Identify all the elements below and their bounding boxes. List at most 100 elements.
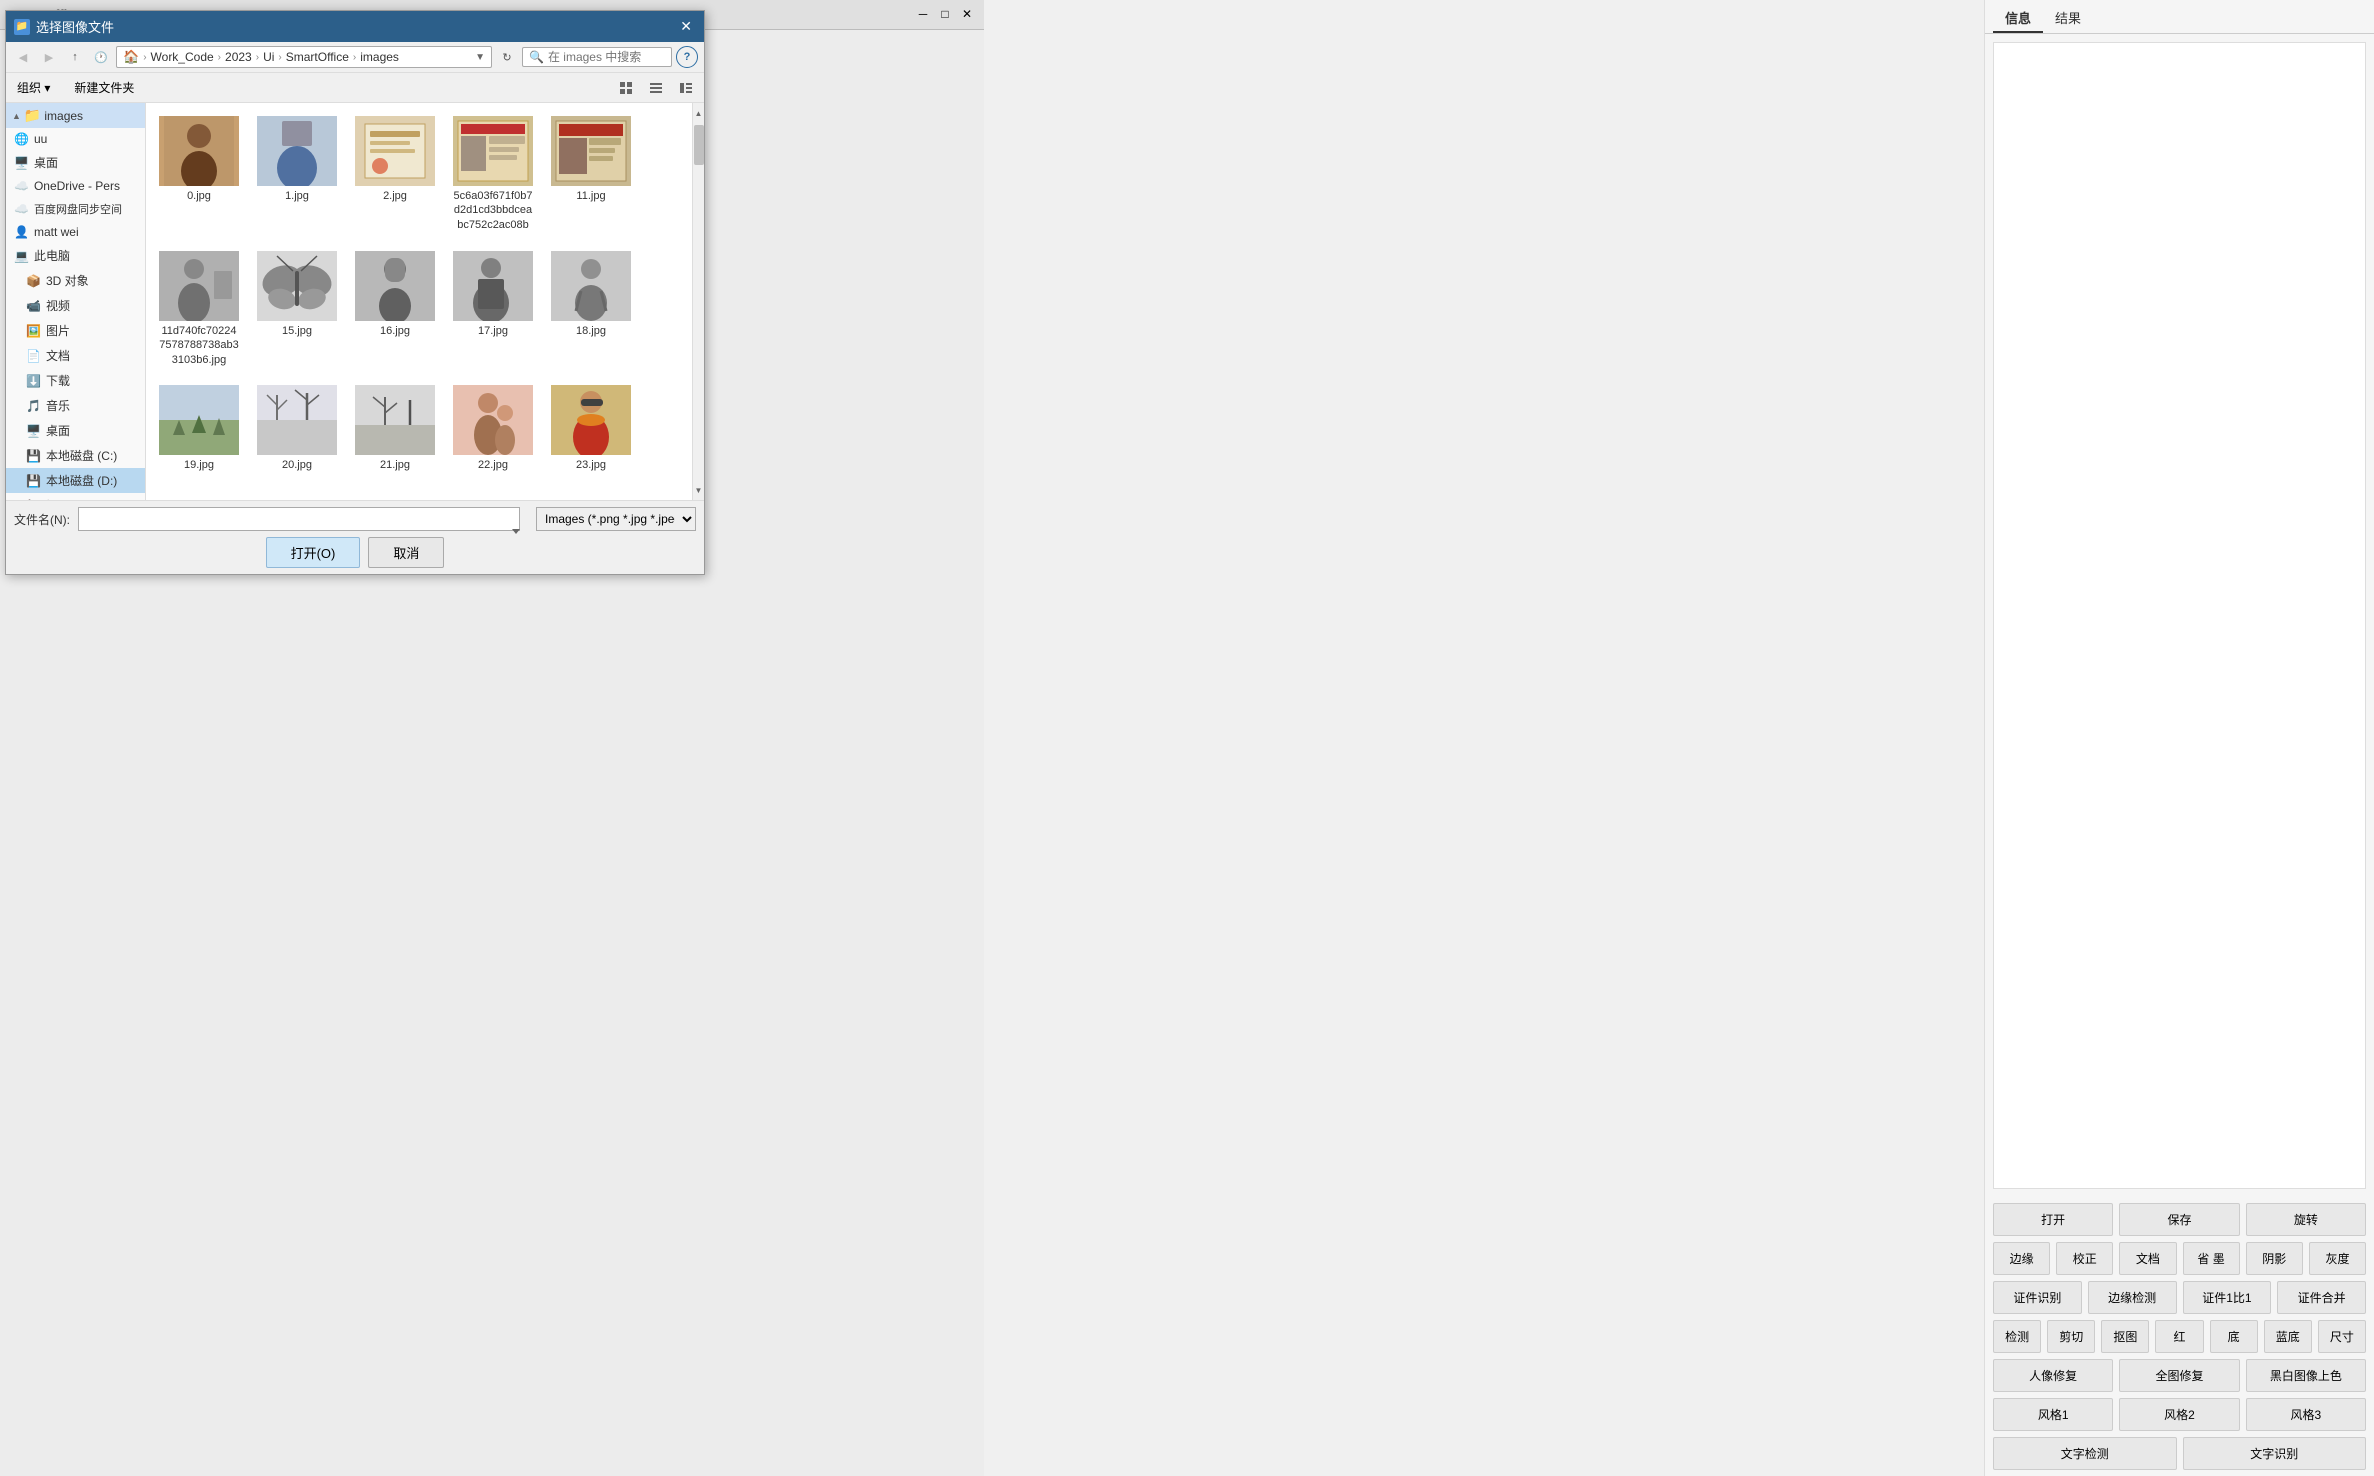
shadow-button[interactable]: 阴影 (2246, 1242, 2303, 1275)
scroll-thumb[interactable] (694, 125, 704, 165)
sidebar-item-thispc[interactable]: 💻 此电脑 (6, 243, 145, 268)
filename-dropdown-icon (510, 525, 522, 537)
maximize-button[interactable]: □ (936, 5, 954, 23)
portrait-repair-button[interactable]: 人像修复 (1993, 1359, 2113, 1392)
breadcrumb-smartoffice[interactable]: SmartOffice (286, 50, 349, 64)
file-name-16: 16.jpg (380, 324, 410, 338)
text-recognize-button[interactable]: 文字识别 (2183, 1437, 2367, 1470)
bw-color-button[interactable]: 黑白图像上色 (2246, 1359, 2366, 1392)
save-button[interactable]: 保存 (2119, 1203, 2239, 1236)
tab-info[interactable]: 信息 (1993, 4, 2043, 33)
file-item-16[interactable]: 16.jpg (350, 246, 440, 372)
sidebar-item-desktop2[interactable]: 🖥️ 桌面 (6, 418, 145, 443)
blue-button[interactable]: 蓝底 (2264, 1320, 2312, 1353)
search-input[interactable] (548, 50, 668, 64)
scroll-up-button[interactable]: ▲ (693, 105, 705, 121)
view-details-button[interactable] (674, 77, 698, 99)
red-button[interactable]: 红 (2155, 1320, 2203, 1353)
forward-button[interactable]: ▶ (38, 46, 60, 68)
file-grid: 0.jpg 1.jpg (154, 111, 684, 477)
close-app-button[interactable]: ✕ (958, 5, 976, 23)
file-item-11d[interactable]: 11d740fc702247578788738ab33103b6.jpg (154, 246, 244, 372)
recent-button[interactable]: 🕐 (90, 46, 112, 68)
sidebar-item-onedrive[interactable]: ☁️ OneDrive - Pers (6, 175, 145, 197)
full-repair-button[interactable]: 全图修复 (2119, 1359, 2239, 1392)
crop-button[interactable]: 剪切 (2047, 1320, 2095, 1353)
id-recognize-button[interactable]: 证件识别 (1993, 1281, 2082, 1314)
breadcrumb-2023[interactable]: 2023 (225, 50, 252, 64)
scrollbar[interactable]: ▲ ▼ (692, 103, 704, 500)
grayscale-button[interactable]: 省 墨 (2183, 1242, 2240, 1275)
file-item-21[interactable]: 21.jpg (350, 380, 440, 477)
sidebar-item-downloads[interactable]: ⬇️ 下载 (6, 368, 145, 393)
sidebar-item-pictures[interactable]: 🖼️ 图片 (6, 318, 145, 343)
edge-button[interactable]: 边缘 (1993, 1242, 2050, 1275)
sidebar-item-music[interactable]: 🎵 音乐 (6, 393, 145, 418)
up-button[interactable]: ↑ (64, 46, 86, 68)
style1-button[interactable]: 风格1 (1993, 1398, 2113, 1431)
filename-input[interactable] (78, 507, 520, 531)
refresh-button[interactable]: ↻ (496, 46, 518, 68)
file-item-23[interactable]: 23.jpg (546, 380, 636, 477)
file-item-long[interactable]: 5c6a03f671f0b7d2d1cd3bbdceabc752c2ac08b5… (448, 111, 538, 238)
style3-button[interactable]: 风格3 (2246, 1398, 2366, 1431)
thispc-icon: 💻 (14, 249, 29, 263)
edge-detect-button[interactable]: 边缘检测 (2088, 1281, 2177, 1314)
file-item-0[interactable]: 0.jpg (154, 111, 244, 238)
file-item-11[interactable]: 11.jpg (546, 111, 636, 238)
file-item-20[interactable]: 20.jpg (252, 380, 342, 477)
file-item-18[interactable]: 18.jpg (546, 246, 636, 372)
folder-icon: 📁 (24, 107, 41, 124)
sidebar-item-uu[interactable]: 🌐 uu (6, 128, 145, 150)
open-button[interactable]: 打开 (1993, 1203, 2113, 1236)
rotate-button[interactable]: 旋转 (2246, 1203, 2366, 1236)
detect-button[interactable]: 检测 (1993, 1320, 2041, 1353)
sidebar-item-baidu[interactable]: ☁️ 百度网盘同步空间 (6, 197, 145, 221)
back-button[interactable]: ◀ (12, 46, 34, 68)
breadcrumb-workcode[interactable]: Work_Code (151, 50, 214, 64)
ruler-button[interactable]: 尺寸 (2318, 1320, 2366, 1353)
dialog-title-left: 📁 选择图像文件 (14, 17, 114, 36)
open-file-button[interactable]: 打开(O) (266, 537, 361, 568)
sidebar-item-desktop1[interactable]: 🖥️ 桌面 (6, 150, 145, 175)
file-item-15[interactable]: 15.jpg (252, 246, 342, 372)
minimize-button[interactable]: ─ (914, 5, 932, 23)
sidebar-item-3d[interactable]: 📦 3D 对象 (6, 268, 145, 293)
id-merge-button[interactable]: 证件合并 (2277, 1281, 2366, 1314)
view-options-button[interactable] (614, 77, 638, 99)
file-content-area[interactable]: 0.jpg 1.jpg (146, 103, 692, 500)
file-item-2[interactable]: 2.jpg (350, 111, 440, 238)
file-item-22[interactable]: 22.jpg (448, 380, 538, 477)
view-list-button[interactable] (644, 77, 668, 99)
sidebar-item-documents[interactable]: 📄 文档 (6, 343, 145, 368)
tab-results[interactable]: 结果 (2043, 4, 2093, 33)
sidebar-item-video[interactable]: 📹 视频 (6, 293, 145, 318)
bottom-button[interactable]: 底 (2210, 1320, 2258, 1353)
file-item-19[interactable]: 19.jpg (154, 380, 244, 477)
sidebar-item-drive-d[interactable]: 💾 本地磁盘 (D:) (6, 468, 145, 493)
drive-c-icon: 💾 (26, 449, 41, 463)
help-button[interactable]: ? (676, 46, 698, 68)
breadcrumb-images[interactable]: images (360, 50, 399, 64)
sidebar-item-library[interactable]: ▼ 📚 库 (6, 493, 145, 500)
id-1to1-button[interactable]: 证件1比1 (2183, 1281, 2272, 1314)
filetype-select[interactable]: Images (*.png *.jpg *.jpeg *.ti (536, 507, 696, 531)
sidebar-item-images[interactable]: ▲ 📁 images (6, 103, 145, 128)
text-detect-button[interactable]: 文字检测 (1993, 1437, 2177, 1470)
sidebar-item-drive-c[interactable]: 💾 本地磁盘 (C:) (6, 443, 145, 468)
document-button[interactable]: 文档 (2119, 1242, 2176, 1275)
gray-button[interactable]: 灰度 (2309, 1242, 2366, 1275)
breadcrumb-ui[interactable]: Ui (263, 50, 274, 64)
extract-button[interactable]: 抠图 (2101, 1320, 2149, 1353)
cancel-button[interactable]: 取消 (368, 537, 444, 568)
dialog-close-button[interactable]: ✕ (676, 18, 696, 35)
scroll-down-button[interactable]: ▼ (693, 482, 705, 498)
breadcrumb-expand[interactable]: ▼ (475, 52, 485, 63)
file-item-17[interactable]: 17.jpg (448, 246, 538, 372)
file-item-1[interactable]: 1.jpg (252, 111, 342, 238)
correct-button[interactable]: 校正 (2056, 1242, 2113, 1275)
style2-button[interactable]: 风格2 (2119, 1398, 2239, 1431)
organize-button[interactable]: 组织 ▾ (12, 76, 59, 99)
sidebar-item-mattwei[interactable]: 👤 matt wei (6, 221, 145, 243)
new-folder-button[interactable]: 新建文件夹 (65, 76, 143, 99)
